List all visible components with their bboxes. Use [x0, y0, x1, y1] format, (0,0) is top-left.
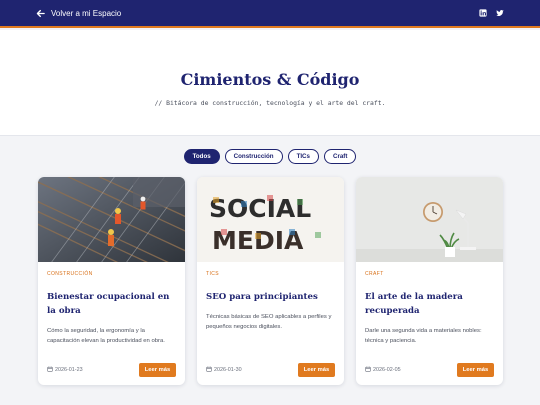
filter-construccion-button[interactable]: Construcción: [224, 149, 283, 164]
back-link-label: Volver a mi Espacio: [51, 8, 122, 18]
post-card[interactable]: CRAFT El arte de la madera recuperada Da…: [356, 177, 503, 385]
filter-craft-button[interactable]: Craft: [323, 149, 357, 164]
post-date: 2026-01-23: [47, 366, 83, 374]
post-description: Cómo la seguridad, la ergonomía y la cap…: [47, 328, 165, 344]
calendar-icon: [365, 366, 371, 374]
post-category: CONSTRUCCIÓN: [47, 271, 93, 277]
hero-section: Cimientos & Código // Bitácora de constr…: [0, 30, 540, 136]
construction-site-photo: [38, 177, 185, 262]
read-more-button[interactable]: Leer más: [298, 363, 335, 377]
post-date-text: 2026-02-05: [373, 367, 401, 373]
post-card[interactable]: SOCIAL MEDIA TICS SEO para principiantes…: [197, 177, 344, 385]
post-card[interactable]: CONSTRUCCIÓN Bienestar ocupacional en la…: [38, 177, 185, 385]
post-title[interactable]: Bienestar ocupacional en la obra: [47, 290, 176, 318]
read-more-button[interactable]: Leer más: [139, 363, 176, 377]
calendar-icon: [206, 366, 212, 374]
post-date: 2026-01-30: [206, 366, 242, 374]
post-title[interactable]: El arte de la madera recuperada: [365, 290, 494, 318]
filter-tics-button[interactable]: TICs: [287, 149, 319, 164]
back-link[interactable]: Volver a mi Espacio: [36, 9, 121, 18]
post-date-text: 2026-01-30: [214, 367, 242, 373]
post-description: Darle una segunda vida a materiales nobl…: [365, 328, 482, 344]
post-title[interactable]: SEO para principiantes: [206, 290, 335, 304]
post-date-text: 2026-01-23: [55, 367, 83, 373]
social-links: [479, 9, 504, 17]
social-media-letters-photo: SOCIAL MEDIA: [197, 177, 344, 262]
page-subtitle: // Bitácora de construcción, tecnología …: [154, 99, 386, 107]
read-more-button[interactable]: Leer más: [457, 363, 494, 377]
arrow-left-icon: [36, 9, 45, 18]
top-bar: Volver a mi Espacio: [0, 0, 540, 28]
post-date: 2026-02-05: [365, 366, 401, 374]
wall-clock-lamp-photo: [356, 177, 503, 262]
post-category: TICS: [206, 271, 219, 277]
filter-all-button[interactable]: Todos: [183, 149, 220, 164]
linkedin-icon[interactable]: [479, 9, 487, 17]
post-description: Técnicas básicas de SEO aplicables a per…: [206, 314, 332, 330]
image-letter: SOCIAL: [209, 194, 311, 223]
post-category: CRAFT: [365, 271, 384, 277]
category-filters: Todos Construcción TICs Craft: [0, 149, 540, 164]
twitter-icon[interactable]: [496, 9, 504, 17]
page-title: Cimientos & Código: [180, 70, 360, 89]
calendar-icon: [47, 366, 53, 374]
